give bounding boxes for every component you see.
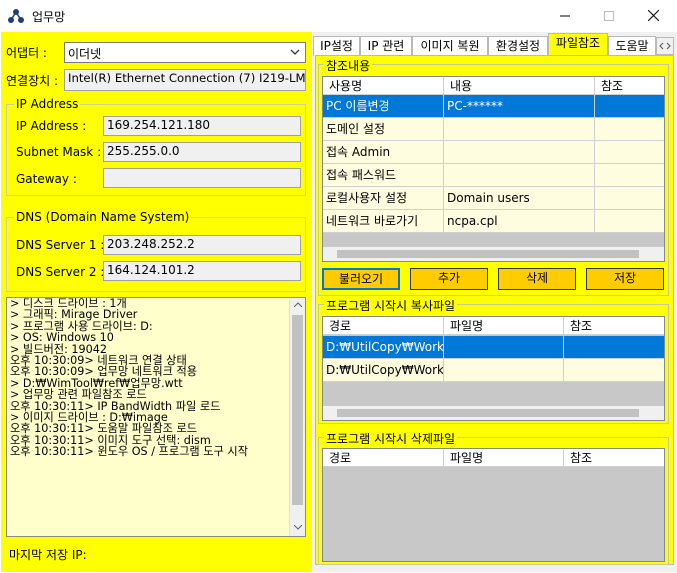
log-lines: > 디스크 드라이브 : 1개 > 그래픽: Mirage Driver > 프로그…	[10, 298, 248, 458]
table-cell[interactable]: 네트워크 바로가기	[323, 210, 444, 233]
column-header[interactable]: 파일명	[444, 317, 564, 335]
column-header[interactable]: 경로	[323, 449, 444, 467]
minimize-button[interactable]	[542, 0, 587, 31]
column-header[interactable]: 참조	[564, 449, 664, 467]
table-cell[interactable]	[595, 187, 664, 210]
hscroll-thumb[interactable]	[337, 250, 639, 258]
table-cell[interactable]	[444, 118, 595, 141]
column-header[interactable]: 참조	[595, 77, 664, 95]
table-cell[interactable]: 도메인 설정	[323, 118, 444, 141]
add-button[interactable]: 추가	[410, 268, 488, 290]
maximize-icon	[603, 10, 614, 21]
column-header[interactable]: 경로	[323, 317, 444, 335]
scroll-down-icon	[294, 525, 302, 530]
copy-hscrollbar[interactable]	[323, 406, 664, 420]
table-cell[interactable]: D:₩UtilCopy₩Work	[323, 359, 444, 382]
table-cell[interactable]	[595, 118, 664, 141]
table-cell[interactable]: ncpa.cpl	[444, 210, 595, 233]
log-scrollbar[interactable]	[289, 298, 305, 536]
log-textarea[interactable]: > 디스크 드라이브 : 1개 > 그래픽: Mirage Driver > 프로그…	[6, 297, 306, 537]
dns-server-2-field[interactable]: 164.124.101.2	[103, 261, 301, 281]
mask-label: Subnet Mask :	[16, 145, 102, 159]
tab-file-reference[interactable]: 파일참조	[548, 33, 608, 57]
table-cell[interactable]	[595, 141, 664, 164]
scroll-up-icon	[294, 302, 302, 307]
delete-files-grid[interactable]: 경로 파일명 참조	[322, 448, 665, 562]
close-icon	[648, 10, 659, 21]
device-label: 연결장치 :	[6, 74, 59, 88]
maximize-button[interactable]	[586, 0, 631, 31]
reference-grid[interactable]: 사용명 내용 참조 PC 이름변경 PC-****** 도메인 설정 접속 Ad…	[322, 76, 665, 262]
subnet-mask-field[interactable]: 255.255.0.0	[103, 142, 301, 162]
column-header[interactable]: 참조	[564, 317, 664, 335]
minimize-icon	[559, 15, 570, 16]
copy-files-group-title: 프로그램 시작시 복사파일	[324, 297, 458, 314]
load-button[interactable]: 불러오기	[322, 268, 400, 290]
table-cell[interactable]: Domain users	[444, 187, 595, 210]
table-cell[interactable]: PC-******	[444, 95, 595, 118]
adapter-select[interactable]: 이더넷	[64, 42, 306, 63]
log-line: 오후 10:30:11> 윈도우 OS / 프로그램 도구 시작	[10, 445, 248, 459]
column-header[interactable]: 파일명	[444, 449, 564, 467]
tab-ip-related[interactable]: IP 관련	[360, 36, 412, 56]
table-cell[interactable]	[444, 164, 595, 187]
tab-environment[interactable]: 환경설정	[488, 36, 548, 56]
table-cell[interactable]	[595, 95, 664, 118]
table-cell[interactable]	[444, 359, 564, 382]
table-cell[interactable]: PC 이름변경	[323, 95, 444, 118]
delete-files-group-title: 프로그램 시작시 삭제파일	[324, 430, 458, 447]
table-cell[interactable]	[595, 210, 664, 233]
save-button[interactable]: 저장	[586, 268, 664, 290]
hscroll-thumb[interactable]	[337, 409, 639, 417]
table-cell[interactable]	[564, 336, 664, 359]
dns-group-title: DNS (Domain Name System)	[14, 210, 192, 224]
close-button[interactable]	[631, 0, 676, 31]
tab-arrows-icon	[659, 42, 671, 50]
window-title: 업무망	[32, 10, 66, 24]
gateway-label: Gateway :	[16, 172, 77, 186]
dns-server-1-field[interactable]: 203.248.252.2	[103, 235, 301, 255]
last-save-ip-label: 마지막 저장 IP:	[9, 548, 87, 562]
ip-group-title: IP Address	[14, 97, 81, 111]
tab-help[interactable]: 도움말	[608, 36, 656, 56]
log-line: > OS: Windows 10	[10, 331, 114, 345]
log-scroll-thumb[interactable]	[292, 315, 303, 505]
delete-button[interactable]: 삭제	[498, 268, 576, 290]
tab-image-restore[interactable]: 이미지 복원	[412, 36, 488, 56]
adapter-label: 어댑터 :	[6, 46, 47, 60]
title-bar: 업무망	[0, 0, 677, 31]
column-header[interactable]: 내용	[444, 77, 595, 95]
tab-scroll-buttons[interactable]	[656, 37, 674, 55]
device-field[interactable]: Intel(R) Ethernet Connection (7) I219-LM	[64, 69, 306, 91]
adapter-value: 이더넷	[68, 47, 102, 61]
table-cell[interactable]	[564, 359, 664, 382]
log-line: > 업무망 관련 파일참조 로드	[10, 388, 147, 402]
tab-ip-settings[interactable]: IP설정	[313, 36, 360, 56]
ip-address-field[interactable]: 169.254.121.180	[103, 116, 301, 136]
table-cell[interactable]: 접속 Admin	[323, 141, 444, 164]
reference-group-title: 참조내용	[324, 57, 373, 74]
column-header[interactable]: 사용명	[323, 77, 444, 95]
chevron-down-icon	[290, 49, 300, 55]
table-cell[interactable]	[444, 141, 595, 164]
gateway-field[interactable]	[103, 168, 301, 188]
ip-label: IP Address :	[16, 119, 87, 133]
app-network-icon	[8, 9, 24, 23]
table-cell[interactable]: 접속 패스워드	[323, 164, 444, 187]
copy-files-grid[interactable]: 경로 파일명 참조 D:₩UtilCopy₩Work D:₩UtilCopy₩W…	[322, 316, 665, 421]
table-cell[interactable]: D:₩UtilCopy₩Work	[323, 336, 444, 359]
table-cell[interactable]: 로컬사용자 설정	[323, 187, 444, 210]
table-cell[interactable]	[595, 164, 664, 187]
table-cell[interactable]	[444, 336, 564, 359]
reference-hscrollbar[interactable]	[323, 247, 664, 261]
dns1-label: DNS Server 1 :	[16, 238, 105, 252]
dns2-label: DNS Server 2 :	[16, 265, 105, 279]
